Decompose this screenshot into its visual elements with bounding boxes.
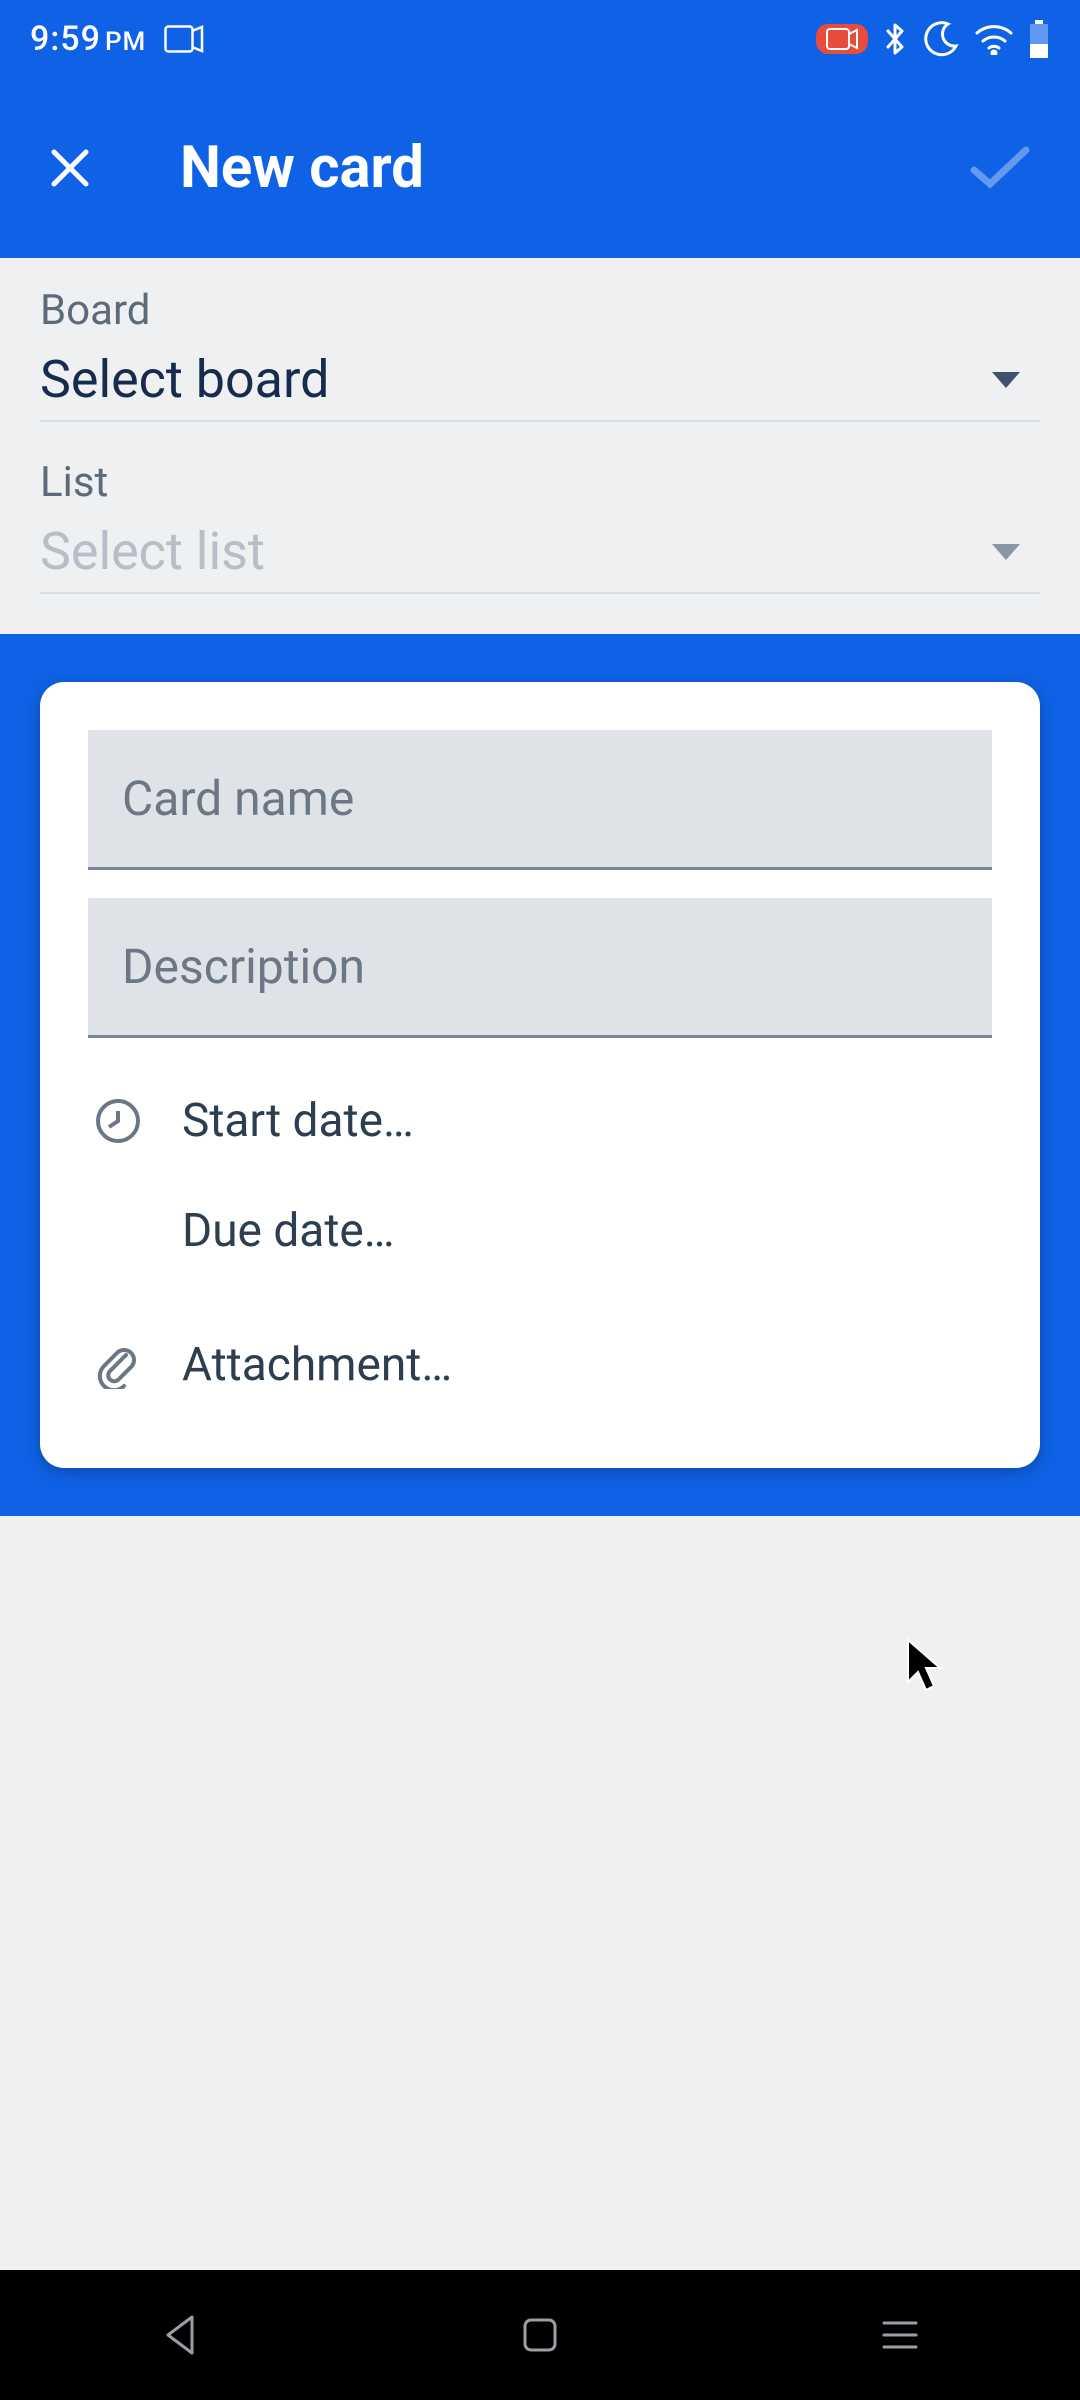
confirm-button[interactable]: [960, 128, 1040, 208]
wifi-icon: [974, 23, 1014, 55]
list-select-group: List Select list: [40, 458, 1040, 594]
attachment-label: Attachment…: [182, 1338, 452, 1392]
new-card-panel: Card name Description Start date… Due da…: [40, 682, 1040, 1468]
paperclip-icon: [88, 1341, 148, 1389]
board-select-value: Select board: [40, 349, 992, 410]
description-input[interactable]: Description: [88, 898, 992, 1038]
page-title: New card: [180, 134, 424, 202]
board-label: Board: [40, 286, 1040, 335]
board-select[interactable]: Select board: [40, 349, 1040, 422]
start-date-label: Start date…: [182, 1094, 414, 1148]
list-select-value: Select list: [40, 521, 992, 582]
card-name-placeholder: Card name: [122, 770, 354, 827]
chevron-down-icon: [992, 544, 1020, 560]
back-button[interactable]: [80, 2305, 280, 2365]
description-placeholder: Description: [122, 938, 365, 995]
cast-icon: [164, 25, 204, 53]
moon-icon: [922, 20, 960, 58]
status-time-value: 9:59: [30, 19, 101, 59]
list-label: List: [40, 458, 1040, 507]
board-select-group: Board Select board: [40, 286, 1040, 422]
attachment-row[interactable]: Attachment…: [88, 1310, 992, 1420]
bluetooth-icon: [882, 19, 908, 59]
battery-icon: [1028, 20, 1050, 58]
clock-icon: [88, 1097, 148, 1145]
status-time: 9:59PM: [30, 19, 146, 59]
status-bar: 9:59PM: [0, 0, 1080, 78]
due-date-label: Due date…: [182, 1204, 395, 1258]
home-button[interactable]: [440, 2305, 640, 2365]
app-bar: New card: [0, 78, 1080, 258]
list-select[interactable]: Select list: [40, 521, 1040, 594]
mouse-cursor: [902, 1636, 950, 1700]
recents-button[interactable]: [800, 2305, 1000, 2365]
system-nav-bar: [0, 2270, 1080, 2400]
close-button[interactable]: [40, 138, 100, 198]
selectors-section: Board Select board List Select list: [0, 258, 1080, 634]
status-time-ampm: PM: [105, 27, 146, 57]
card-name-input[interactable]: Card name: [88, 730, 992, 870]
start-date-row[interactable]: Start date…: [88, 1066, 992, 1176]
card-background: Card name Description Start date… Due da…: [0, 634, 1080, 1516]
screen-record-badge: [816, 24, 868, 54]
empty-area: [0, 1516, 1080, 2270]
due-date-row[interactable]: Due date…: [88, 1176, 992, 1286]
chevron-down-icon: [992, 372, 1020, 388]
